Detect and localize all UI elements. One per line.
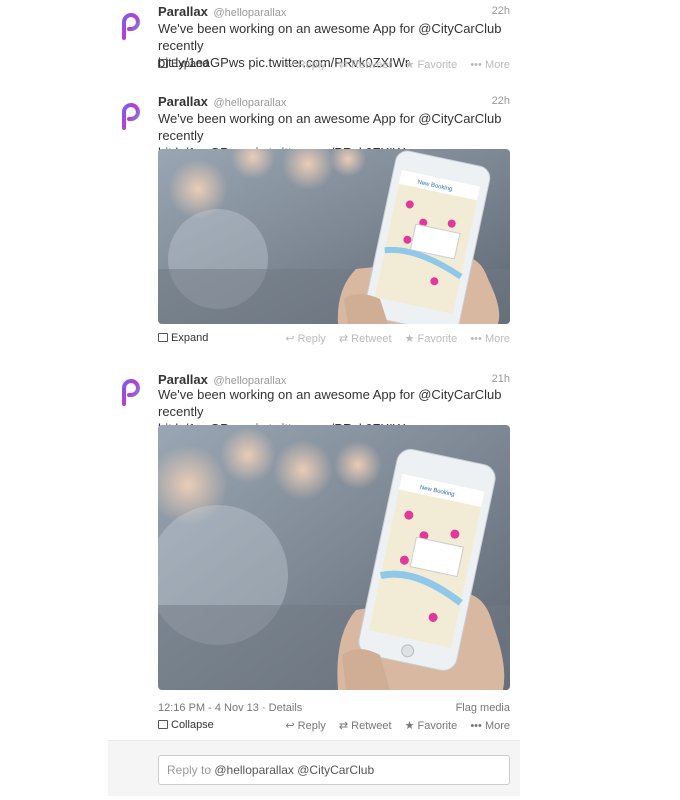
reply-box: Reply to @helloparallax @CityCarClub: [108, 740, 520, 796]
retweet-icon: ⇄: [338, 720, 349, 732]
author-handle[interactable]: @helloparallax: [214, 97, 287, 109]
tweet-text-line: We've been working on an awesome App for…: [158, 111, 502, 143]
expand-label: Expand: [171, 58, 209, 70]
tweet-photo[interactable]: New Booking: [158, 425, 510, 690]
retweet-icon: ⇄: [338, 59, 349, 71]
favorite-label: Favorite: [417, 59, 458, 71]
ellipsis-icon: •••: [470, 59, 482, 71]
more-button[interactable]: ••• More: [470, 59, 510, 71]
reply-button[interactable]: ↩ Reply: [285, 333, 325, 345]
retweet-icon: ⇄: [338, 333, 349, 345]
expand-label: Expand: [171, 332, 209, 344]
star-icon: ★: [404, 720, 415, 732]
more-label: More: [484, 59, 510, 71]
more-button[interactable]: ••• More: [470, 333, 510, 345]
tweet-time[interactable]: 22h: [492, 95, 510, 107]
reply-label: Reply: [297, 720, 326, 732]
tweet-meta: 12:16 PM - 4 Nov 13 · Details Flag media: [158, 702, 510, 714]
star-icon: ★: [404, 59, 415, 71]
tweet-actions: Expand ↩ Reply ⇄ Retweet ★ Favorite ••• …: [158, 332, 510, 346]
tweet-time[interactable]: 22h: [492, 5, 510, 17]
tweet-header: Parallax @helloparallax 22h: [158, 94, 510, 110]
reply-arrow-icon: ↩: [285, 720, 295, 732]
favorite-label: Favorite: [417, 333, 458, 345]
retweet-button[interactable]: ⇄ Retweet: [339, 333, 392, 345]
expand-card-icon: [158, 59, 168, 68]
author-name[interactable]: Parallax: [158, 4, 208, 19]
tweet-actions: Collapse ↩ Reply ⇄ Retweet ★ Favorite ••…: [158, 719, 510, 733]
expand-link[interactable]: Expand: [158, 58, 208, 70]
favorite-button[interactable]: ★ Favorite: [405, 59, 458, 71]
favorite-button[interactable]: ★ Favorite: [405, 720, 458, 732]
parallax-logo-icon[interactable]: [120, 102, 142, 130]
reply-button[interactable]: ↩ Reply: [285, 720, 325, 732]
parallax-logo-icon[interactable]: [120, 12, 142, 40]
parallax-logo-icon[interactable]: [120, 378, 142, 406]
details-link[interactable]: Details: [269, 702, 303, 714]
reply-placeholder-prefix: Reply to: [167, 763, 215, 777]
reply-input[interactable]: Reply to @helloparallax @CityCarClub: [158, 755, 510, 785]
flag-media-link[interactable]: Flag media: [456, 702, 510, 714]
tweet-text-line: We've been working on an awesome App for…: [158, 21, 502, 53]
reply-button[interactable]: ↩ Reply: [285, 59, 325, 71]
retweet-label: Retweet: [351, 59, 392, 71]
more-button[interactable]: ••• More: [470, 720, 510, 732]
retweet-button[interactable]: ⇄ Retweet: [339, 59, 392, 71]
phone-photo-image: New Booking: [158, 425, 510, 690]
star-icon: ★: [404, 333, 415, 345]
reply-placeholder-mentions: @helloparallax @CityCarClub: [214, 763, 375, 777]
collapse-link[interactable]: Collapse: [158, 719, 214, 731]
author-name[interactable]: Parallax: [158, 94, 208, 109]
expand-card-icon: [158, 720, 168, 729]
reply-arrow-icon: ↩: [285, 333, 295, 345]
phone-photo-image: New Booking: [158, 149, 510, 324]
ellipsis-icon: •••: [470, 333, 482, 345]
favorite-label: Favorite: [417, 720, 458, 732]
retweet-label: Retweet: [351, 720, 392, 732]
more-label: More: [484, 333, 510, 345]
tweet-header: Parallax @helloparallax 22h: [158, 4, 510, 20]
reply-label: Reply: [297, 59, 326, 71]
author-handle[interactable]: @helloparallax: [214, 7, 287, 19]
retweet-button[interactable]: ⇄ Retweet: [339, 720, 392, 732]
retweet-label: Retweet: [351, 333, 392, 345]
expand-link[interactable]: Expand: [158, 332, 208, 344]
more-label: More: [484, 720, 510, 732]
expand-card-icon: [158, 333, 168, 342]
tweet-actions: Expand ↩ Reply ⇄ Retweet ★ Favorite ••• …: [158, 58, 510, 72]
reply-label: Reply: [297, 333, 326, 345]
tweet-time[interactable]: 21h: [492, 373, 510, 385]
tweet-text-line: We've been working on an awesome App for…: [158, 387, 502, 419]
tweet-photo[interactable]: New Booking: [158, 149, 510, 324]
author-name[interactable]: Parallax: [158, 372, 208, 387]
collapse-label: Collapse: [171, 719, 214, 731]
tweet-timestamp: 12:16 PM - 4 Nov 13: [158, 702, 259, 714]
favorite-button[interactable]: ★ Favorite: [405, 333, 458, 345]
ellipsis-icon: •••: [470, 720, 482, 732]
reply-arrow-icon: ↩: [285, 59, 295, 71]
